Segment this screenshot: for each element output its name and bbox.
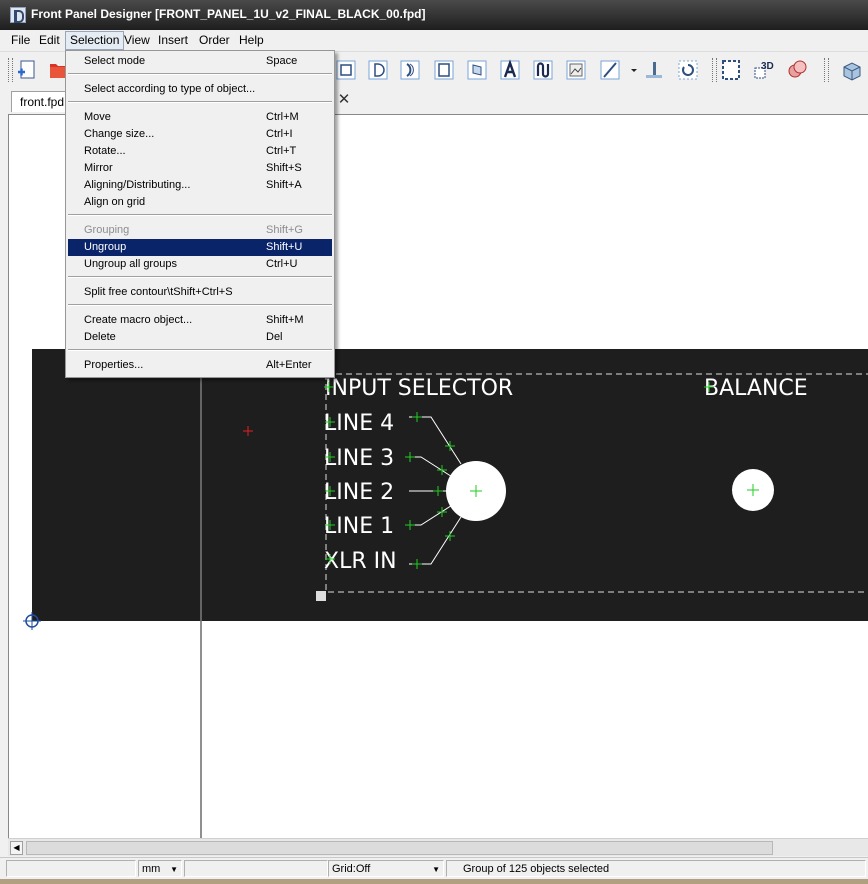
menu-item-move[interactable]: Move Ctrl+M <box>68 109 332 126</box>
menu-edit[interactable]: Edit <box>35 32 64 49</box>
selection-handle[interactable] <box>316 591 326 601</box>
menu-item-split-contour[interactable]: Split free contour\tShift+Ctrl+S <box>68 284 332 301</box>
3d-box-icon[interactable] <box>840 58 864 82</box>
menu-bar: File Edit Selection View Insert Order He… <box>0 30 868 50</box>
dimension-icon[interactable] <box>785 58 809 82</box>
menu-item-rotate[interactable]: Rotate... Ctrl+T <box>68 143 332 160</box>
unit-select[interactable]: mm ▼ <box>138 860 182 877</box>
toolbar-grip[interactable] <box>8 58 13 82</box>
menu-item-mirror[interactable]: Mirror Shift+S <box>68 160 332 177</box>
menu-item-ungroup[interactable]: Ungroup Shift+U <box>68 239 332 256</box>
line-icon[interactable] <box>598 58 622 82</box>
dropdown-arrow-icon: ▼ <box>432 865 440 874</box>
scroll-left-icon[interactable]: ◀ <box>10 841 23 855</box>
grid-select[interactable]: Grid:Off ▼ <box>328 860 444 877</box>
menu-item-properties[interactable]: Properties... Alt+Enter <box>68 357 332 374</box>
status-message: Group of 125 objects selected <box>446 860 866 877</box>
menu-item-select-by-type[interactable]: Select according to type of object... <box>68 81 332 98</box>
toolbar-grip[interactable] <box>712 58 717 82</box>
menu-separator <box>68 304 332 306</box>
d-shape-icon[interactable] <box>366 58 390 82</box>
dropdown-arrow-icon: ▼ <box>170 865 178 874</box>
label-balance[interactable]: BALANCE <box>704 376 808 401</box>
status-bar: mm ▼ Grid:Off ▼ Group of 125 objects sel… <box>0 857 868 880</box>
unit-value: mm <box>142 863 161 875</box>
status-field <box>184 860 328 877</box>
menu-item-create-macro[interactable]: Create macro object... Shift+M <box>68 312 332 329</box>
label-line4[interactable]: LINE 4 <box>324 411 394 436</box>
menu-item-align-grid[interactable]: Align on grid <box>68 194 332 211</box>
image-icon[interactable] <box>564 58 588 82</box>
frame-icon[interactable] <box>719 58 743 82</box>
text-icon[interactable] <box>498 58 522 82</box>
menu-item-aligning[interactable]: Aligning/Distributing... Shift+A <box>68 177 332 194</box>
toolbar-grip[interactable] <box>824 58 829 82</box>
close-tab-icon[interactable]: ✕ <box>336 92 352 108</box>
3d-view-icon[interactable]: 3D <box>752 58 776 82</box>
menu-order[interactable]: Order <box>195 32 234 49</box>
rectangle-icon[interactable] <box>334 58 358 82</box>
window-title: Front Panel Designer [FRONT_PANEL_1U_v2_… <box>31 7 426 21</box>
label-line3[interactable]: LINE 3 <box>324 446 394 471</box>
menu-file[interactable]: File <box>7 32 34 49</box>
menu-separator <box>68 276 332 278</box>
status-coordinates <box>6 860 136 877</box>
menu-item-select-mode[interactable]: Select mode Space <box>68 53 332 70</box>
pin-icon[interactable] <box>642 58 666 82</box>
app-window: Front Panel Designer [FRONT_PANEL_1U_v2_… <box>0 0 868 884</box>
horizontal-scrollbar[interactable]: ◀ <box>8 838 868 856</box>
menu-separator <box>68 73 332 75</box>
menu-item-delete[interactable]: Delete Del <box>68 329 332 346</box>
menu-item-ungroup-all[interactable]: Ungroup all groups Ctrl+U <box>68 256 332 273</box>
menu-insert[interactable]: Insert <box>154 32 192 49</box>
menu-view[interactable]: View <box>120 32 154 49</box>
new-document-icon[interactable] <box>15 58 39 82</box>
label-line1[interactable]: LINE 1 <box>324 514 394 539</box>
grid-value: Grid:Off <box>332 863 371 875</box>
menu-item-grouping: Grouping Shift+G <box>84 224 303 236</box>
label-line2[interactable]: LINE 2 <box>324 480 394 505</box>
menu-separator <box>68 101 332 103</box>
menu-item-change-size[interactable]: Change size... Ctrl+I <box>68 126 332 143</box>
title-bar: Front Panel Designer [FRONT_PANEL_1U_v2_… <box>0 0 868 30</box>
selection-menu-dropdown: Select mode Space Select according to typ… <box>65 50 335 378</box>
square-cutout-icon[interactable] <box>432 58 456 82</box>
menu-separator <box>68 349 332 351</box>
svg-text:3D: 3D <box>761 61 774 72</box>
menu-separator <box>68 214 332 216</box>
scroll-thumb[interactable] <box>26 841 773 855</box>
center-icon[interactable] <box>676 58 700 82</box>
line-dropdown-icon[interactable] <box>622 58 637 82</box>
arc-icon[interactable] <box>398 58 422 82</box>
app-icon[interactable] <box>10 7 26 23</box>
menu-selection[interactable]: Selection <box>65 31 125 50</box>
slot-icon[interactable] <box>465 58 489 82</box>
wave-icon[interactable] <box>531 58 555 82</box>
label-xlr-in[interactable]: XLR IN <box>324 549 397 574</box>
label-input-selector[interactable]: INPUT SELECTOR <box>325 376 513 401</box>
desktop-strip <box>0 879 868 884</box>
menu-help[interactable]: Help <box>235 32 268 49</box>
